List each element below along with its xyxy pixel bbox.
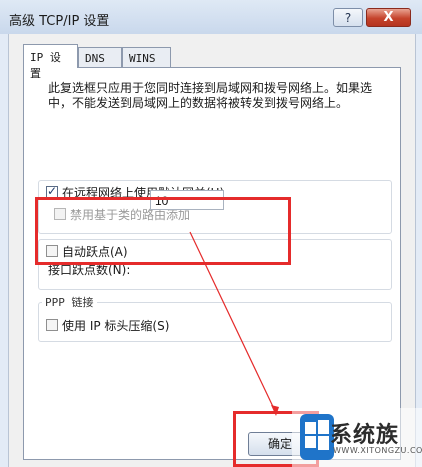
watermark-brand: 系统族 <box>330 423 400 448</box>
watermark-url: WWW.XITONGZU.COM <box>333 446 422 455</box>
tab-ip-settings[interactable]: IP 设置 <box>23 44 78 80</box>
red-arrow-annotation <box>189 231 279 416</box>
advanced-tcpip-dialog: 高级 TCP/IP 设置 ? X IP 设置 DNS WINS 此复选框只应用于… <box>0 0 422 467</box>
